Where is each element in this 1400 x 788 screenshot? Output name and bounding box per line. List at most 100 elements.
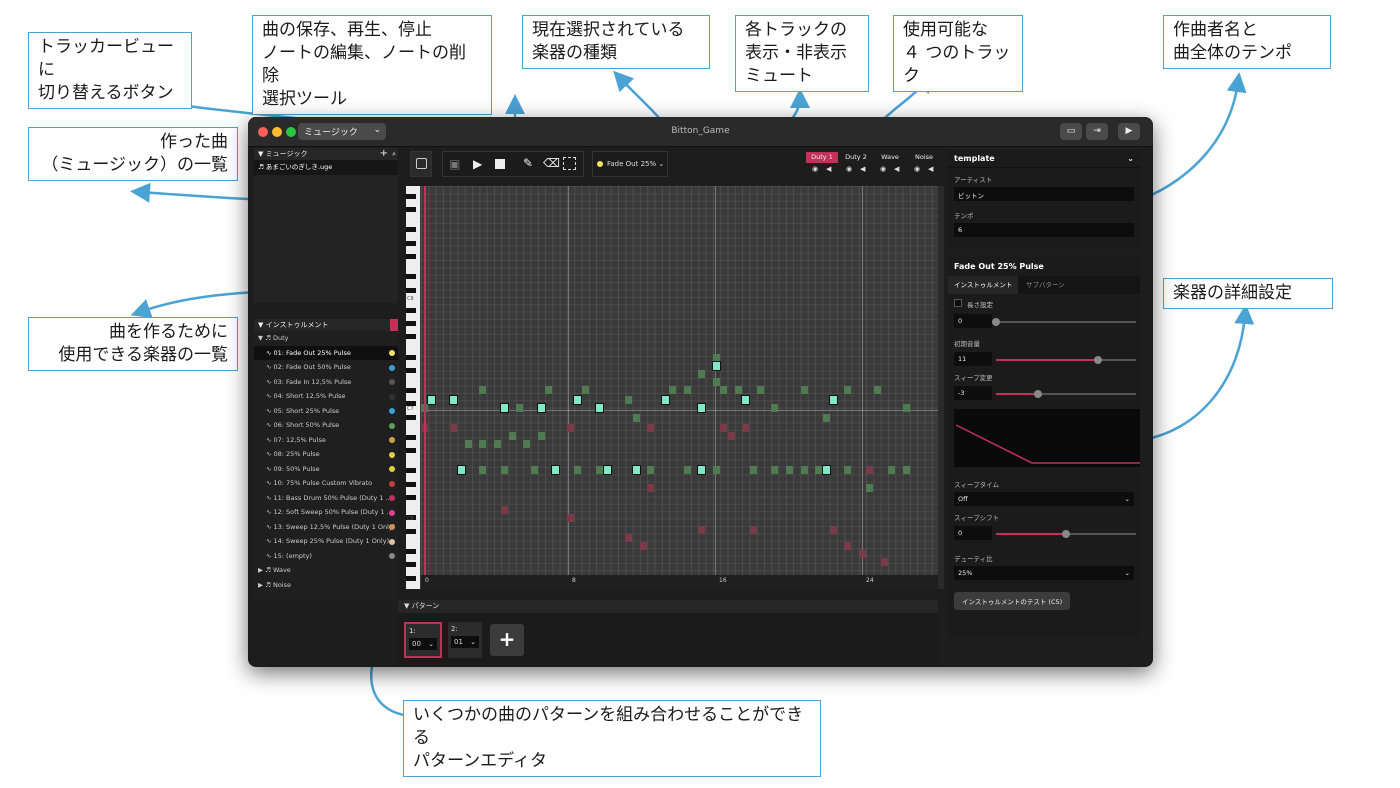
track-tab[interactable]: Wave bbox=[874, 152, 906, 163]
instrument-item[interactable]: ∿ 11: Bass Drum 50% Pulse (Duty 1 ... bbox=[254, 491, 398, 506]
speaker-icon[interactable]: ◀ bbox=[894, 165, 899, 173]
note[interactable] bbox=[479, 440, 487, 448]
tab-instrument[interactable]: インストゥルメント bbox=[948, 276, 1019, 294]
open-folder-button[interactable]: ▭ bbox=[1060, 123, 1082, 140]
note[interactable] bbox=[508, 432, 516, 440]
note[interactable] bbox=[595, 403, 605, 413]
note[interactable] bbox=[536, 403, 546, 413]
note[interactable] bbox=[567, 514, 574, 522]
note[interactable] bbox=[713, 378, 720, 386]
pattern-slot-2[interactable]: 2: 01 ⌄ bbox=[448, 622, 482, 658]
tracker-view-button[interactable] bbox=[410, 151, 432, 177]
vertical-scrollbar[interactable] bbox=[938, 186, 944, 589]
black-key[interactable] bbox=[406, 307, 416, 313]
instrument-item[interactable]: ∿ 03: Fade In 12,5% Pulse bbox=[254, 375, 398, 390]
note[interactable] bbox=[464, 440, 472, 448]
instrument-item[interactable]: ∿ 15: (empty) bbox=[254, 549, 398, 564]
instrument-sort-icon[interactable] bbox=[390, 319, 398, 331]
note[interactable] bbox=[479, 466, 487, 474]
volume-sweep-slider[interactable] bbox=[996, 390, 1136, 398]
note[interactable] bbox=[697, 403, 707, 413]
note[interactable] bbox=[800, 386, 808, 394]
note[interactable] bbox=[625, 396, 633, 404]
note[interactable] bbox=[683, 386, 691, 394]
stop-icon[interactable] bbox=[495, 159, 505, 169]
save-icon[interactable]: ▣ bbox=[449, 157, 460, 171]
black-key[interactable] bbox=[406, 434, 416, 440]
note[interactable] bbox=[902, 404, 910, 412]
length-slider[interactable] bbox=[992, 318, 1136, 326]
note[interactable] bbox=[596, 466, 604, 474]
initial-volume-slider-knob[interactable] bbox=[1094, 356, 1103, 364]
note[interactable] bbox=[749, 466, 757, 474]
note[interactable] bbox=[902, 466, 910, 474]
black-key[interactable] bbox=[406, 468, 416, 474]
note[interactable] bbox=[602, 465, 612, 475]
note[interactable] bbox=[880, 558, 888, 566]
note[interactable] bbox=[712, 361, 721, 371]
eraser-icon[interactable]: ⌫ bbox=[543, 156, 560, 170]
instrument-item[interactable]: ∿ 12: Soft Sweep 50% Pulse (Duty 1 ... bbox=[254, 505, 398, 520]
note[interactable] bbox=[647, 466, 655, 474]
note[interactable] bbox=[844, 466, 852, 474]
select-icon[interactable] bbox=[563, 157, 576, 170]
black-key[interactable] bbox=[406, 367, 416, 373]
instrument-item[interactable]: ∿ 09: 50% Pulse bbox=[254, 462, 398, 477]
track-tab[interactable]: Duty 2 bbox=[840, 152, 872, 163]
artist-field[interactable]: ビットン bbox=[954, 187, 1134, 201]
note[interactable] bbox=[581, 386, 589, 394]
instrument-item[interactable]: ∿ 01: Fade Out 25% Pulse bbox=[254, 345, 398, 360]
note[interactable] bbox=[815, 466, 823, 474]
instrument-group-duty[interactable]: ▼ ♬ Duty bbox=[254, 331, 398, 346]
instrument-group-noise[interactable]: ▶ ♬ Noise bbox=[254, 578, 398, 593]
volume-sweep-slider-knob[interactable] bbox=[1034, 390, 1042, 398]
instrument-item[interactable]: ∿ 07: 12,5% Pulse bbox=[254, 433, 398, 448]
pattern-slot-1[interactable]: 1: 00 ⌄ bbox=[404, 622, 442, 658]
note[interactable] bbox=[771, 466, 779, 474]
black-key[interactable] bbox=[406, 548, 416, 554]
black-key[interactable] bbox=[406, 254, 416, 259]
speaker-icon[interactable]: ◀ bbox=[860, 165, 865, 173]
note[interactable] bbox=[888, 466, 896, 474]
export-button[interactable]: ⇥ bbox=[1086, 123, 1108, 140]
note[interactable] bbox=[698, 370, 706, 378]
black-key[interactable] bbox=[406, 287, 416, 293]
black-key[interactable] bbox=[406, 274, 416, 280]
black-key[interactable] bbox=[406, 481, 416, 487]
note[interactable] bbox=[574, 466, 582, 474]
note[interactable] bbox=[494, 440, 501, 448]
note[interactable] bbox=[647, 424, 655, 432]
note[interactable] bbox=[866, 466, 874, 474]
note[interactable] bbox=[632, 414, 640, 422]
note[interactable] bbox=[742, 424, 750, 432]
note[interactable] bbox=[660, 395, 670, 405]
song-item[interactable]: ♬ あまごいのぎしき.uge bbox=[254, 160, 398, 175]
black-key[interactable] bbox=[406, 207, 416, 213]
eye-icon[interactable]: ◉ bbox=[880, 165, 886, 173]
note[interactable] bbox=[530, 466, 538, 474]
black-key[interactable] bbox=[406, 562, 416, 568]
length-checkbox[interactable] bbox=[954, 299, 962, 307]
black-key[interactable] bbox=[406, 495, 416, 501]
note[interactable] bbox=[501, 506, 509, 514]
track-tab[interactable]: Duty 1 bbox=[806, 152, 838, 163]
track-tab[interactable]: Noise bbox=[908, 152, 940, 163]
note[interactable] bbox=[873, 386, 881, 394]
duty-select[interactable]: 25% ⌄ bbox=[954, 566, 1134, 580]
note[interactable] bbox=[427, 395, 437, 405]
note[interactable] bbox=[631, 465, 641, 475]
note[interactable] bbox=[844, 386, 852, 394]
note[interactable] bbox=[537, 432, 545, 440]
note[interactable] bbox=[771, 404, 779, 412]
note[interactable] bbox=[821, 465, 831, 475]
note[interactable] bbox=[683, 466, 691, 474]
chevron-down-icon[interactable]: ⌄ bbox=[1127, 154, 1134, 163]
instrument-item[interactable]: ∿ 02: Fade Out 50% Pulse bbox=[254, 360, 398, 375]
instrument-item[interactable]: ∿ 05: Short 25% Pulse bbox=[254, 404, 398, 419]
note[interactable] bbox=[749, 526, 757, 534]
note[interactable] bbox=[647, 484, 655, 492]
note[interactable] bbox=[800, 466, 808, 474]
run-button[interactable]: ▶ bbox=[1118, 123, 1140, 140]
note[interactable] bbox=[625, 534, 633, 542]
note[interactable] bbox=[844, 542, 852, 550]
